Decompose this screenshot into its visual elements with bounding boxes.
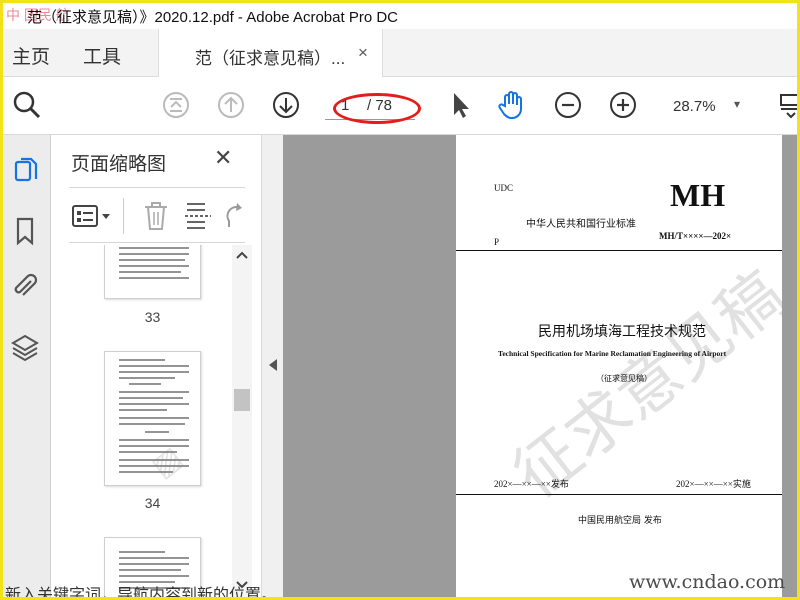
draft-label: （征求意见稿）: [596, 374, 652, 383]
next-page-icon[interactable]: [270, 89, 302, 121]
title-english: Technical Specification for Marine Recla…: [498, 349, 727, 358]
bookmark-icon[interactable]: [9, 215, 41, 247]
annotation-ellipse: [333, 93, 421, 124]
zoom-level[interactable]: 28.7%: [673, 98, 716, 115]
tab-bar: 主页 工具 范（征求意见稿）... ×: [3, 29, 797, 77]
layers-icon[interactable]: [9, 331, 41, 363]
toolbar: 1 / 78 28.7% ▾: [3, 77, 797, 135]
options-menu-icon[interactable]: [71, 201, 113, 231]
standard-number: MH/T××××—202×: [659, 231, 732, 241]
delete-page-icon[interactable]: [141, 200, 171, 232]
first-page-icon[interactable]: [160, 89, 192, 121]
udc-label: UDC: [494, 183, 514, 193]
tab-document[interactable]: 范（征求意见稿）... ×: [158, 29, 383, 77]
prev-page-icon[interactable]: [215, 89, 247, 121]
thumbnail-watermark: ▨: [145, 440, 189, 485]
site-watermark: www.cndao.com: [629, 571, 786, 593]
tab-tools[interactable]: 工具: [83, 42, 121, 69]
app-window: 中 国民 航 范（征求意见稿）》2020.12.pdf - Adobe Acro…: [0, 0, 800, 600]
panel-collapse-strip[interactable]: [261, 135, 283, 597]
navigation-rail: [3, 135, 51, 597]
thumbnail-label: 33: [144, 309, 161, 325]
title-chinese: 民用机场填海工程技术规范: [538, 324, 706, 340]
rotate-page-icon[interactable]: [223, 202, 247, 230]
page-34-preview: ▨: [119, 359, 189, 485]
page-thumbnails-panel: 页面缩略图 ✕ 33 ▨ 34: [51, 135, 261, 597]
document-viewer[interactable]: 征求意见稿 UDC MH 中华人民共和国行业标准 P MH/T××××—202×…: [283, 135, 797, 597]
close-panel-button[interactable]: ✕: [214, 145, 232, 171]
pdf-page: 征求意见稿 UDC MH 中华人民共和国行业标准 P MH/T××××—202×…: [456, 135, 782, 597]
title-bar: 中 国民 航 范（征求意见稿）》2020.12.pdf - Adobe Acro…: [3, 3, 797, 29]
thumbnail-label: 34: [144, 495, 161, 511]
select-cursor-icon[interactable]: [444, 89, 476, 121]
toolbar-divider: [123, 198, 124, 234]
collapse-arrow-icon[interactable]: [267, 357, 279, 373]
panel-toolbar: [69, 187, 245, 243]
hand-tool-icon[interactable]: [496, 89, 528, 121]
thumbnail-page-33[interactable]: [104, 245, 201, 299]
standard-type: 中华人民共和国行业标准: [526, 219, 636, 230]
standard-code: MH: [670, 177, 726, 213]
extract-page-icon[interactable]: [183, 200, 213, 232]
thumbnail-list: 33 ▨ 34: [51, 245, 261, 597]
zoom-dropdown-icon[interactable]: ▾: [734, 97, 740, 111]
zoom-in-icon[interactable]: [607, 89, 639, 121]
page-thumbnails-icon[interactable]: [9, 155, 41, 187]
scrollbar-thumb[interactable]: [234, 389, 250, 411]
close-tab-button[interactable]: ×: [358, 43, 368, 63]
scroll-up-icon[interactable]: [235, 249, 249, 261]
document-tab-label: 范（征求意见稿）...: [195, 49, 346, 68]
window-title: 范（征求意见稿）》2020.12.pdf - Adobe Acrobat Pro…: [27, 9, 398, 26]
header-rule: [456, 250, 782, 251]
scroll-mode-icon[interactable]: [775, 89, 800, 121]
tab-home[interactable]: 主页: [12, 42, 50, 69]
attachment-icon[interactable]: [9, 271, 41, 303]
thumbnail-page-34[interactable]: ▨: [104, 351, 201, 486]
page-33-preview: [119, 247, 189, 279]
publish-date: 202×—××—××发布: [494, 479, 569, 489]
issuer: 中国民用航空局 发布: [578, 516, 662, 526]
footer-rule: [456, 494, 782, 495]
panel-title: 页面缩略图: [71, 154, 167, 175]
zoom-out-icon[interactable]: [552, 89, 584, 121]
search-icon[interactable]: [11, 89, 43, 121]
implement-date: 202×—××—××实施: [676, 479, 751, 489]
p-label: P: [494, 237, 500, 247]
bottom-overlay-text: 新入关键字词，导航内容到新的位置。: [5, 587, 278, 600]
thumbnail-scrollbar[interactable]: [232, 245, 252, 597]
